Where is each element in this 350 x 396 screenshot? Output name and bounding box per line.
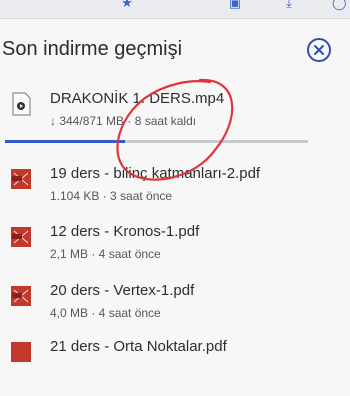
download-file-name[interactable]: 19 ders - bilinç katmanları-2.pdf (50, 165, 260, 182)
close-icon (314, 45, 324, 55)
pdf-file-icon (11, 169, 31, 189)
download-file-name[interactable]: 21 ders - Orta Noktalar.pdf (50, 338, 227, 355)
download-file-name[interactable]: 20 ders - Vertex-1.pdf (50, 282, 194, 299)
video-file-icon (12, 92, 31, 116)
download-file-name[interactable]: 12 ders - Kronos-1.pdf (50, 223, 199, 240)
download-progress-bar (5, 140, 308, 143)
download-item[interactable]: 20 ders - Vertex-1.pdf 4,0 MB · 4 saat ö… (0, 282, 350, 340)
extension-icon[interactable]: ▣ (228, 0, 242, 10)
star-icon[interactable]: ★ (120, 0, 134, 10)
pdf-file-icon (11, 227, 31, 247)
download-item[interactable]: 19 ders - bilinç katmanları-2.pdf 1.104 … (0, 165, 350, 223)
profile-icon[interactable]: ◯ (332, 0, 347, 10)
download-item[interactable]: 21 ders - Orta Noktalar.pdf (0, 338, 350, 396)
download-meta: 2,1 MB · 4 saat önce (50, 247, 161, 261)
download-meta: 1.104 KB · 3 saat önce (50, 189, 173, 203)
download-item[interactable]: 12 ders - Kronos-1.pdf 2,1 MB · 4 saat ö… (0, 223, 350, 281)
download-meta: 4,0 MB · 4 saat önce (50, 306, 161, 320)
download-progress-text: ↓ 344/871 MB · 8 saat kaldı (50, 114, 197, 128)
close-button[interactable] (307, 38, 331, 62)
browser-toolbar: ★ ▣ ⤓ ◯ (0, 0, 350, 19)
download-progress-fill (5, 140, 125, 143)
panel-title: Son indirme geçmişi (2, 38, 183, 60)
pdf-file-icon (11, 286, 31, 306)
pdf-file-icon (11, 342, 31, 362)
download-icon[interactable]: ⤓ (282, 0, 296, 10)
download-file-name[interactable]: DRAKONİK 1. DERS.mp4 (50, 90, 224, 107)
